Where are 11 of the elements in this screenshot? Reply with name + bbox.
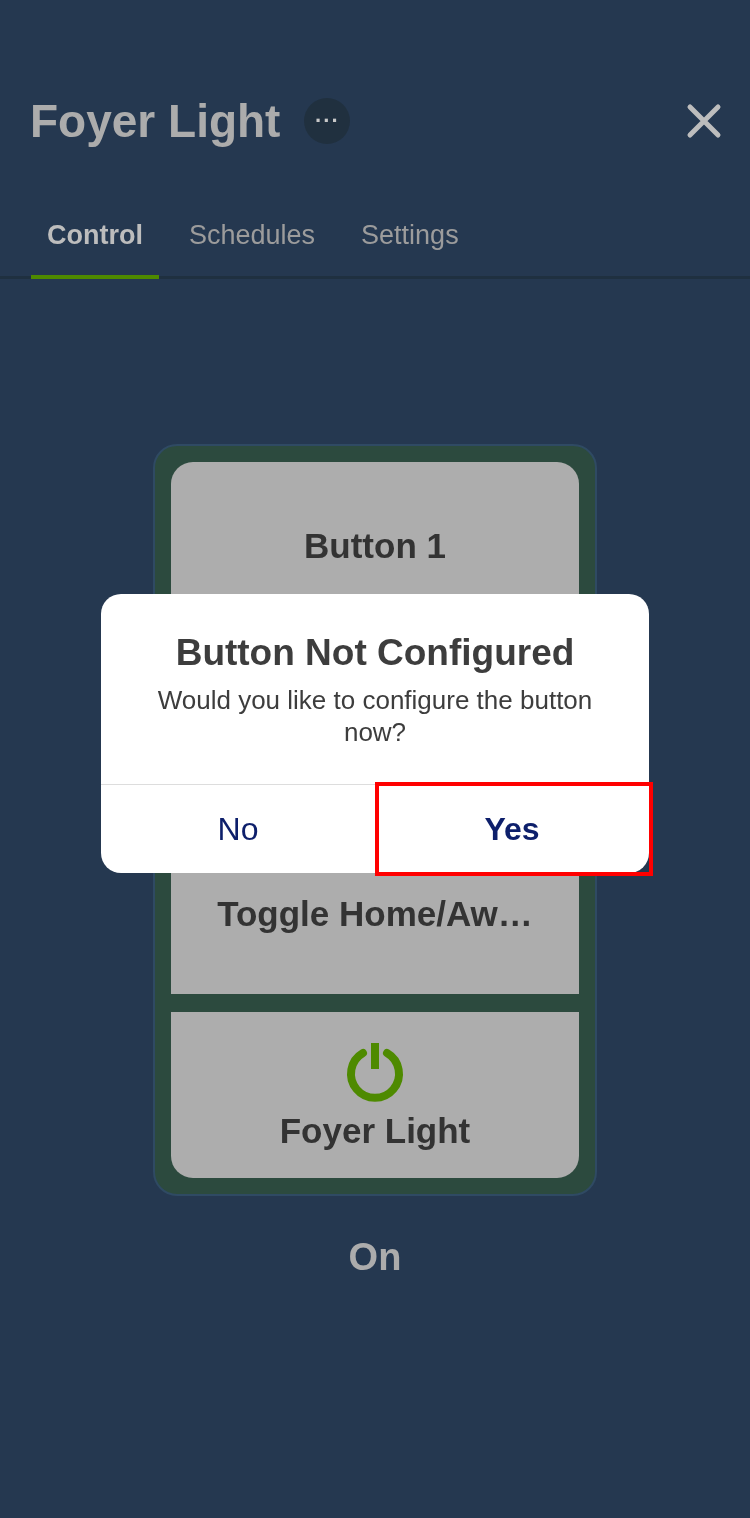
dialog-button[interactable]: Yes xyxy=(375,785,649,873)
device-power-tile[interactable]: Foyer Light xyxy=(171,1012,579,1178)
dialog-button[interactable]: No xyxy=(101,785,375,873)
tab[interactable]: Control xyxy=(31,202,159,279)
status-text: On xyxy=(347,1236,403,1279)
close-icon[interactable] xyxy=(686,103,722,139)
dialog-title: Button Not Configured xyxy=(174,632,576,674)
tab[interactable]: Schedules xyxy=(173,202,332,279)
more-button[interactable]: ··· xyxy=(304,98,351,144)
tab[interactable]: Settings xyxy=(345,202,475,279)
page-title: Foyer Light xyxy=(30,94,281,148)
